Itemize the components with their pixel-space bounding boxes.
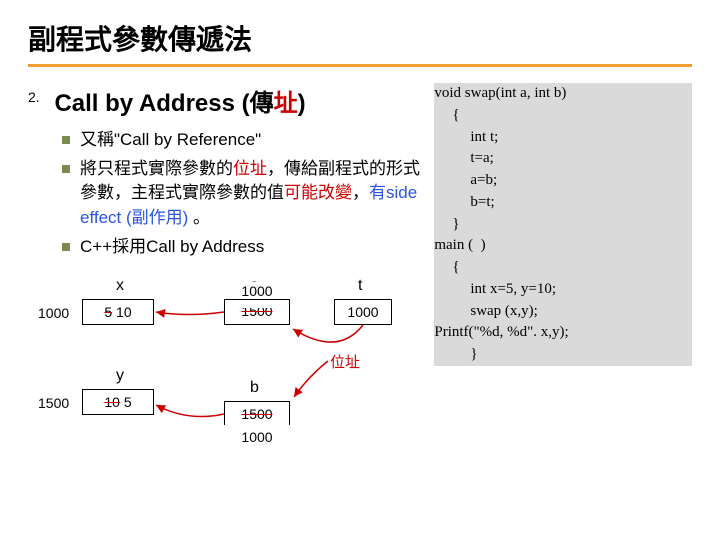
slide-title: 副程式參數傳遞法 xyxy=(28,18,692,67)
label-t: t xyxy=(358,277,362,295)
code-line: swap (x,y); xyxy=(434,301,692,323)
bullet-text: C++採用Call by Address xyxy=(80,237,264,256)
bullet-text: ， xyxy=(352,183,369,202)
content-area: 2. Call by Address (傳址) 又稱"Call by Refer… xyxy=(28,83,692,467)
cell-b-new: 1000 xyxy=(224,425,290,451)
cell-x-old: 5 xyxy=(104,304,112,320)
code-line: } xyxy=(434,344,692,366)
code-line: { xyxy=(434,105,692,127)
list-item: 將只程式實際參數的位址，傳給副程式的形式參數，主程式實際參數的值可能改變，有si… xyxy=(62,157,424,231)
code-line: int t; xyxy=(434,127,692,149)
bullet-text: 又稱"Call by Reference" xyxy=(80,130,261,149)
cell-t: 1000 xyxy=(334,299,392,325)
code-line: int x=5, y=10; xyxy=(434,279,692,301)
label-b: b xyxy=(250,379,259,397)
code-line: } xyxy=(434,214,692,236)
section-heading: Call by Address (傳址) xyxy=(54,90,305,117)
bullet-red: 位址 xyxy=(233,159,267,178)
cell-y-old: 10 xyxy=(104,394,120,410)
addr-x: 1000 xyxy=(38,305,69,321)
right-column: void swap(int a, int b) { int t; t=a; a=… xyxy=(434,83,692,467)
cell-b: 1500 xyxy=(224,401,290,427)
cell-x-new: 10 xyxy=(116,304,132,320)
code-line: main ( ) xyxy=(434,235,692,257)
code-box: void swap(int a, int b) { int t; t=a; a=… xyxy=(434,83,692,366)
code-line: Printf("%d, %d". x,y); xyxy=(434,322,692,344)
code-line: a=b; xyxy=(434,170,692,192)
list-item: 又稱"Call by Reference" xyxy=(62,128,424,153)
code-line: b=t; xyxy=(434,192,692,214)
list-item: C++採用Call by Address xyxy=(62,235,424,260)
bullet-list: 又稱"Call by Reference" 將只程式實際參數的位址，傳給副程式的… xyxy=(62,128,424,259)
heading-pre: Call by Address (傳 xyxy=(54,90,273,117)
cell-y-new: 5 xyxy=(124,394,132,410)
cell-b-new-v: 1000 xyxy=(241,429,272,445)
label-y: y xyxy=(116,367,124,385)
heading-red: 址 xyxy=(274,90,298,117)
cell-b-old: 1500 xyxy=(241,406,272,422)
addr-label: 位址 xyxy=(330,351,360,372)
left-column: 2. Call by Address (傳址) 又稱"Call by Refer… xyxy=(28,83,424,467)
cell-a-new-v: 1000 xyxy=(241,283,272,299)
section-number: 2. xyxy=(28,89,50,105)
addr-y: 1500 xyxy=(38,395,69,411)
bullet-red: 可能改變 xyxy=(284,183,352,202)
code-line: void swap(int a, int b) xyxy=(434,83,692,105)
label-x: x xyxy=(116,277,124,295)
memory-diagram: x 1000 5 10 y 1500 10 5 a 1500 1000 b xyxy=(38,277,424,467)
cell-x: 5 10 xyxy=(82,299,154,325)
cell-y: 10 5 xyxy=(82,389,154,415)
heading-post: ) xyxy=(298,90,306,117)
bullet-text: 將只程式實際參數的 xyxy=(80,159,233,178)
cell-a-border xyxy=(224,299,290,325)
cell-t-val: 1000 xyxy=(347,304,378,320)
code-line: t=a; xyxy=(434,148,692,170)
bullet-text: 。 xyxy=(188,208,210,227)
code-line: { xyxy=(434,257,692,279)
